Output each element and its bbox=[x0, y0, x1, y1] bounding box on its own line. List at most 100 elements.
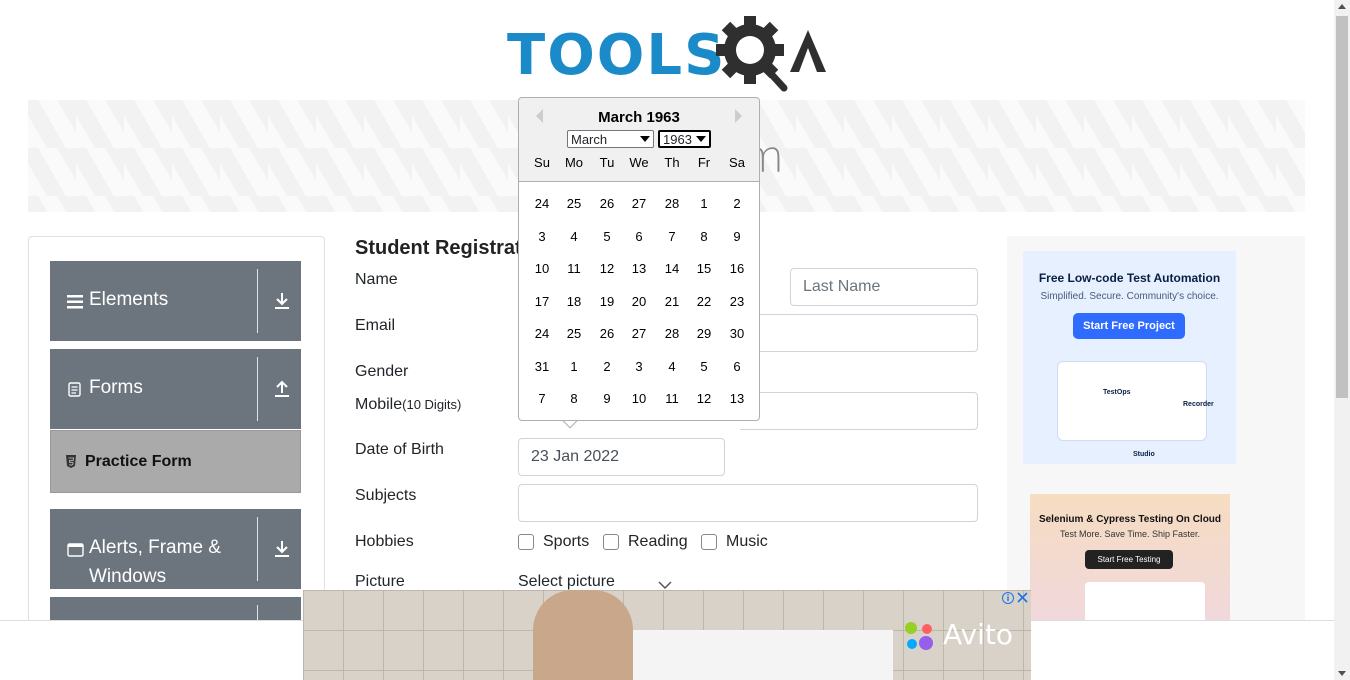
scroll-up-icon[interactable] bbox=[1338, 4, 1346, 9]
sidebar-group-elements[interactable]: Elements bbox=[50, 261, 301, 341]
calendar-day[interactable]: 25 bbox=[558, 196, 590, 211]
ad-bottom-banner[interactable]: Avito bbox=[303, 590, 1031, 680]
calendar-day[interactable]: 1 bbox=[558, 359, 590, 374]
calendar-day[interactable]: 26 bbox=[591, 196, 623, 211]
picture-select-text: Select picture bbox=[518, 573, 615, 590]
ad-lambdatest[interactable]: Selenium & Cypress Testing On Cloud Test… bbox=[1030, 494, 1230, 634]
calendar-day[interactable]: 28 bbox=[656, 196, 688, 211]
calendar-day[interactable]: 24 bbox=[526, 326, 558, 341]
calendar-day[interactable]: 6 bbox=[623, 229, 655, 244]
sidebar-item-practice-form[interactable]: Practice Form bbox=[50, 430, 301, 493]
year-select-value: 1963 bbox=[663, 131, 692, 147]
calendar-day[interactable]: 26 bbox=[591, 326, 623, 341]
calendar-day[interactable]: 13 bbox=[721, 391, 753, 406]
calendar-day[interactable]: 11 bbox=[558, 261, 590, 276]
calendar-day[interactable]: 7 bbox=[656, 229, 688, 244]
calendar-day[interactable]: 17 bbox=[526, 294, 558, 309]
mobile-input[interactable] bbox=[740, 392, 978, 430]
chevron-down-icon bbox=[696, 136, 706, 142]
sidebar-group-forms[interactable]: Forms bbox=[50, 349, 301, 429]
ad-appliance-image bbox=[633, 630, 893, 680]
ad-person-image bbox=[533, 590, 633, 680]
calendar-day[interactable]: 4 bbox=[656, 359, 688, 374]
calendar-day[interactable]: 18 bbox=[558, 294, 590, 309]
calendar-day[interactable]: 25 bbox=[558, 326, 590, 341]
last-name-input[interactable]: Last Name bbox=[790, 268, 978, 306]
calendar-day[interactable]: 13 bbox=[623, 261, 655, 276]
toolsqa-logo[interactable]: TOOLS bbox=[507, 16, 829, 92]
mobile-label: Mobile(10 Digits) bbox=[355, 396, 461, 414]
mobile-label-text: Mobile bbox=[355, 396, 403, 413]
hobby-reading-checkbox[interactable]: Reading bbox=[603, 533, 688, 551]
calendar-day[interactable]: 29 bbox=[688, 326, 720, 341]
gender-label: Gender bbox=[355, 363, 409, 380]
divider bbox=[257, 269, 258, 333]
scroll-down-icon[interactable] bbox=[1338, 671, 1346, 676]
calendar-day[interactable]: 24 bbox=[526, 196, 558, 211]
checkbox-box[interactable] bbox=[701, 534, 717, 550]
start-free-testing-button[interactable]: Start Free Testing bbox=[1085, 550, 1173, 569]
picture-select[interactable]: Select picture bbox=[518, 573, 672, 591]
page-scrollbar[interactable] bbox=[1334, 0, 1350, 680]
calendar-day[interactable]: 4 bbox=[558, 229, 590, 244]
calendar-day[interactable]: 27 bbox=[623, 326, 655, 341]
ad-subtitle: Test More. Save Time. Ship Faster. bbox=[1059, 529, 1201, 539]
calendar-day[interactable]: 10 bbox=[526, 261, 558, 276]
year-select[interactable]: 1963 bbox=[658, 130, 711, 148]
email-input[interactable] bbox=[740, 314, 978, 352]
weekday-label: Fr bbox=[697, 155, 711, 170]
calendar-day[interactable]: 8 bbox=[688, 229, 720, 244]
hobby-sports-checkbox[interactable]: Sports bbox=[518, 533, 589, 551]
calendar-day[interactable]: 30 bbox=[721, 326, 753, 341]
calendar-day[interactable]: 19 bbox=[591, 294, 623, 309]
calendar-day[interactable]: 6 bbox=[721, 359, 753, 374]
calendar-day[interactable]: 9 bbox=[721, 229, 753, 244]
calendar-day[interactable]: 28 bbox=[656, 326, 688, 341]
hobby-music-checkbox[interactable]: Music bbox=[701, 533, 768, 551]
hobby-label: Music bbox=[726, 533, 768, 550]
calendar-day[interactable]: 21 bbox=[656, 294, 688, 309]
calendar-day[interactable]: 8 bbox=[558, 391, 590, 406]
calendar-day[interactable]: 5 bbox=[591, 229, 623, 244]
calendar-day[interactable]: 7 bbox=[526, 391, 558, 406]
calendar-day[interactable]: 12 bbox=[688, 391, 720, 406]
calendar-day[interactable]: 16 bbox=[721, 261, 753, 276]
month-select[interactable]: March bbox=[567, 130, 654, 148]
calendar-day[interactable]: 23 bbox=[721, 294, 753, 309]
picture-label: Picture bbox=[355, 573, 405, 590]
hobbies-label: Hobbies bbox=[355, 533, 414, 550]
document-icon bbox=[68, 382, 81, 402]
calendar-day[interactable]: 20 bbox=[623, 294, 655, 309]
subjects-input[interactable] bbox=[518, 484, 978, 522]
calendar-day[interactable]: 9 bbox=[591, 391, 623, 406]
calendar-day[interactable]: 2 bbox=[721, 196, 753, 211]
ad-title: Selenium & Cypress Testing On Cloud bbox=[1038, 514, 1222, 525]
ad-close-icon[interactable] bbox=[1002, 591, 1030, 608]
calendar-day[interactable]: 2 bbox=[591, 359, 623, 374]
calendar-day[interactable]: 10 bbox=[623, 391, 655, 406]
scrollbar-thumb[interactable] bbox=[1336, 16, 1348, 398]
calendar-day[interactable]: 3 bbox=[623, 359, 655, 374]
start-free-project-button[interactable]: Start Free Project bbox=[1073, 313, 1185, 339]
next-month-icon[interactable] bbox=[735, 109, 742, 123]
calendar-day[interactable]: 14 bbox=[656, 261, 688, 276]
calendar-day[interactable]: 15 bbox=[688, 261, 720, 276]
calendar-day[interactable]: 27 bbox=[623, 196, 655, 211]
checkbox-box[interactable] bbox=[603, 534, 619, 550]
ad-brand: Avito bbox=[943, 618, 1013, 651]
calendar-day[interactable]: 5 bbox=[688, 359, 720, 374]
calendar-day[interactable]: 11 bbox=[656, 391, 688, 406]
month-select-value: March bbox=[571, 131, 608, 147]
sidebar-group-alerts-frame-windows[interactable]: Alerts, Frame & Windows bbox=[50, 509, 301, 589]
sidebar-item-label: Practice Form bbox=[85, 453, 192, 470]
checkbox-box[interactable] bbox=[518, 534, 534, 550]
calendar-day[interactable]: 3 bbox=[526, 229, 558, 244]
download-arrow-icon bbox=[274, 540, 290, 563]
calendar-day[interactable]: 22 bbox=[688, 294, 720, 309]
calendar-day[interactable]: 1 bbox=[688, 196, 720, 211]
calendar-day[interactable]: 31 bbox=[526, 359, 558, 374]
ad-katalon[interactable]: Free Low-code Test Automation Simplified… bbox=[1023, 251, 1236, 464]
calendar-day[interactable]: 12 bbox=[591, 261, 623, 276]
gear-magnifier-icon bbox=[716, 16, 826, 92]
dob-input[interactable]: 23 Jan 2022 bbox=[518, 438, 725, 476]
